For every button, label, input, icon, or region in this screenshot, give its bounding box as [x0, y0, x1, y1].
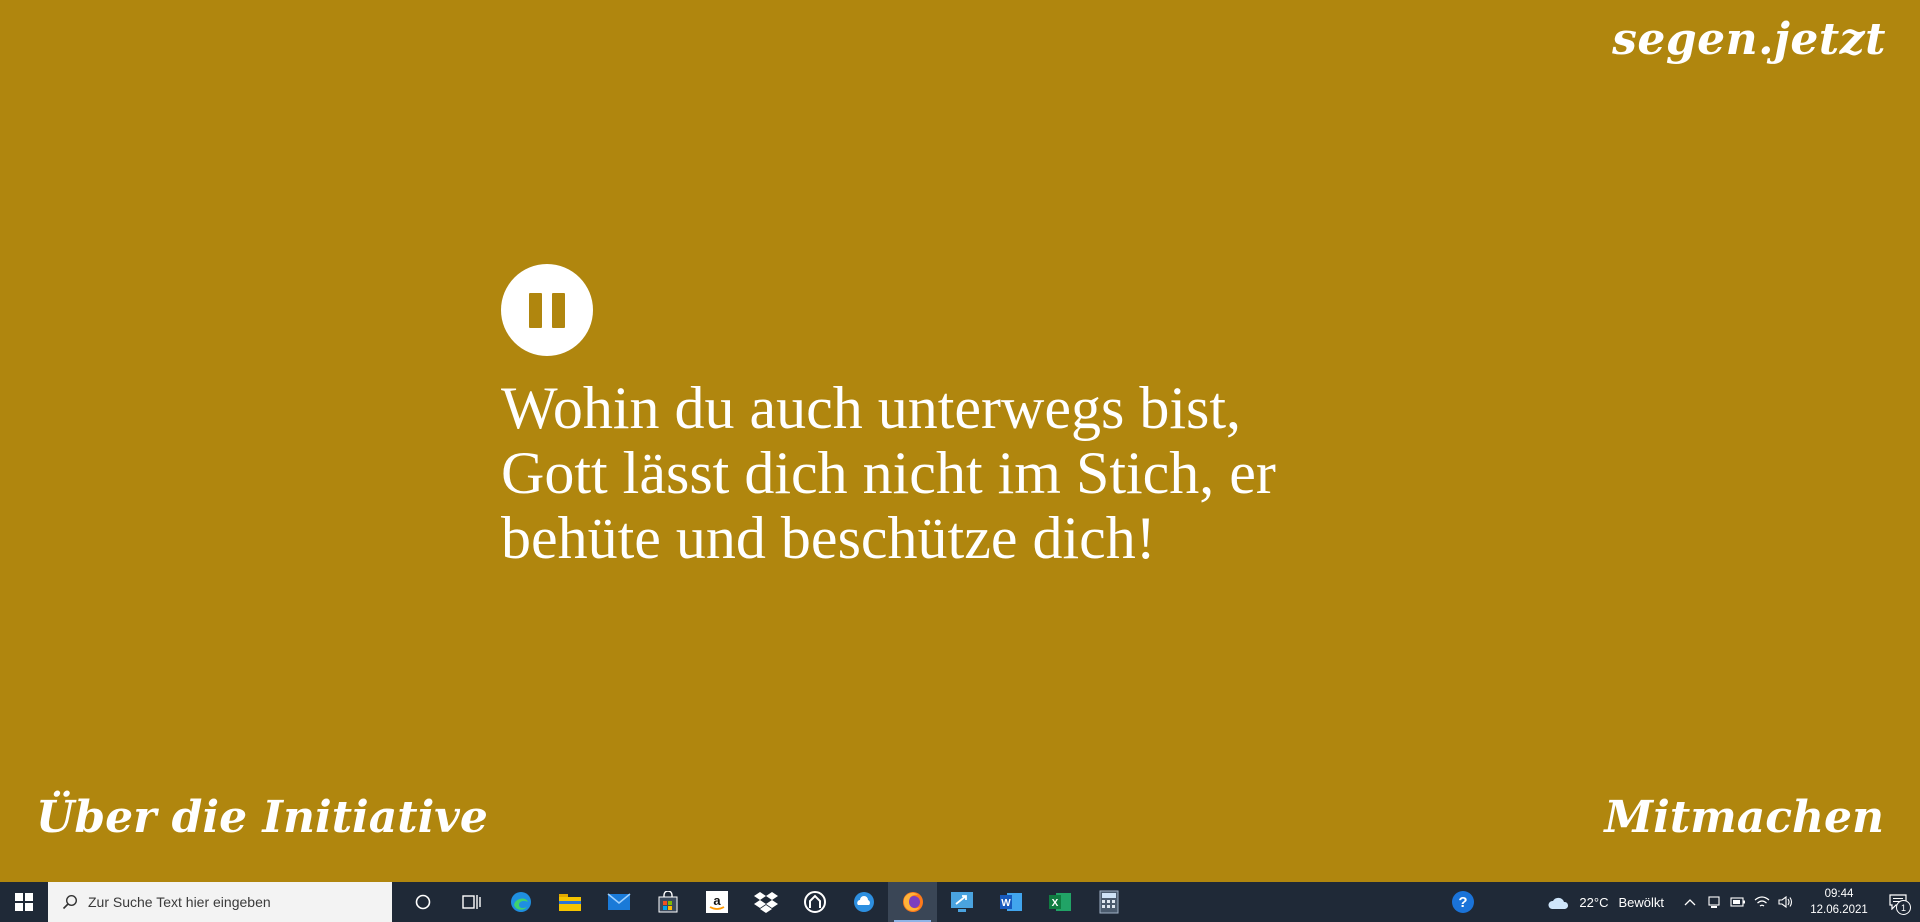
file-explorer-button[interactable]: [545, 882, 594, 922]
battery-icon: [1730, 897, 1745, 907]
blessing-text: Wohin du auch unterwegs bist, Gott lässt…: [501, 376, 1401, 571]
blessing-line: Gott lässt dich nicht im Stich, er: [501, 440, 1276, 506]
blessing-container: Wohin du auch unterwegs bist, Gott lässt…: [501, 264, 1401, 571]
show-hidden-icons-button[interactable]: [1678, 882, 1702, 922]
file-explorer-icon: [558, 894, 581, 911]
volume-button[interactable]: [1774, 882, 1798, 922]
store-icon: [658, 891, 677, 913]
about-initiative-link[interactable]: Über die Initiative: [36, 792, 488, 843]
amazon-button[interactable]: a: [692, 882, 741, 922]
amazon-icon: a: [705, 891, 728, 913]
word-icon: W: [999, 893, 1022, 911]
pause-icon: [552, 292, 565, 328]
dropbox-button[interactable]: [741, 882, 790, 922]
app-icon: [803, 891, 826, 913]
help-icon[interactable]: ?: [1452, 891, 1474, 913]
windows-icon: [15, 893, 33, 911]
clock-time: 09:44: [1824, 888, 1854, 900]
dropbox-icon: [753, 892, 778, 913]
pause-button[interactable]: [501, 264, 593, 356]
svg-text:a: a: [713, 893, 721, 908]
excel-icon: X: [1048, 893, 1071, 911]
remote-desktop-button[interactable]: [937, 882, 986, 922]
search-icon: [62, 894, 78, 910]
cortana-button[interactable]: [398, 882, 447, 922]
cloud-icon: [1548, 897, 1569, 909]
device-icon: [1708, 896, 1720, 908]
weather-temperature: 22°C: [1579, 894, 1609, 910]
network-button[interactable]: [1750, 882, 1774, 922]
edge-button[interactable]: [496, 882, 545, 922]
clock-date: 12.06.2021: [1810, 904, 1868, 916]
start-button[interactable]: [0, 882, 48, 922]
task-view-button[interactable]: [447, 882, 496, 922]
clock[interactable]: 09:44 12.06.2021: [1802, 886, 1876, 918]
pinned-apps: a W X: [398, 882, 1133, 922]
cortana-icon: [415, 894, 430, 910]
svg-text:W: W: [1001, 898, 1011, 909]
blessing-line: behüte und beschütze dich!: [501, 505, 1156, 571]
weather-description: Bewölkt: [1618, 894, 1664, 910]
cloud-app-icon: [853, 892, 874, 912]
remote-desktop-icon: [950, 892, 973, 912]
system-tray: 22°C Bewölkt 09:44 12.06.2021 1: [1547, 882, 1920, 922]
pause-icon: [529, 292, 542, 328]
participate-link[interactable]: Mitmachen: [1604, 792, 1884, 843]
edge-icon: [510, 892, 531, 912]
device-tray-button[interactable]: [1702, 882, 1726, 922]
site-logo[interactable]: segen.jetzt: [1612, 14, 1886, 65]
task-view-icon: [461, 895, 481, 909]
mail-button[interactable]: [594, 882, 643, 922]
cloud-app-button[interactable]: [839, 882, 888, 922]
chevron-up-icon: [1684, 899, 1696, 906]
battery-button[interactable]: [1726, 882, 1750, 922]
wifi-icon: [1754, 896, 1770, 907]
svg-text:X: X: [1051, 898, 1058, 909]
firefox-button[interactable]: [888, 882, 937, 922]
excel-button[interactable]: X: [1035, 882, 1084, 922]
search-placeholder: Zur Suche Text hier eingeben: [88, 894, 271, 910]
calculator-button[interactable]: [1084, 882, 1133, 922]
speaker-icon: [1778, 895, 1793, 909]
taskbar: Zur Suche Text hier eingeben a W X ? 22°…: [0, 882, 1920, 922]
blessing-line: Wohin du auch unterwegs bist,: [501, 375, 1242, 441]
mail-icon: [606, 893, 631, 910]
calculator-icon: [1099, 890, 1118, 914]
app-button[interactable]: [790, 882, 839, 922]
notification-badge: 1: [1896, 900, 1911, 915]
weather-widget[interactable]: 22°C Bewölkt: [1547, 894, 1664, 910]
firefox-icon: [902, 892, 923, 912]
action-center-button[interactable]: 1: [1876, 882, 1920, 922]
word-button[interactable]: W: [986, 882, 1035, 922]
store-button[interactable]: [643, 882, 692, 922]
taskbar-search-box[interactable]: Zur Suche Text hier eingeben: [48, 882, 392, 922]
